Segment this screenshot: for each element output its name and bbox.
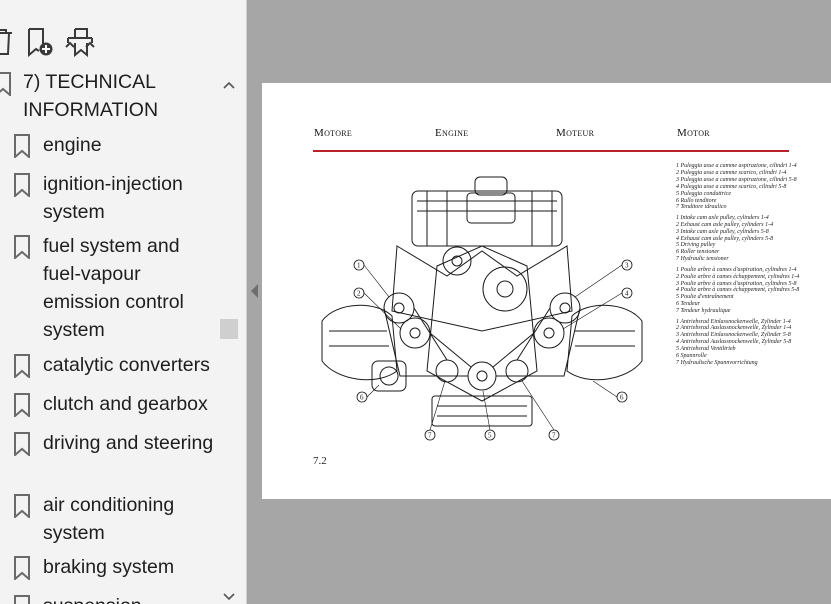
callout-label: 4: [625, 290, 629, 298]
header-german: Motor: [677, 127, 710, 139]
bookmark-label: suspension: [43, 592, 218, 604]
delete-bookmark-icon[interactable]: [0, 26, 18, 58]
bookmark-label: engine: [43, 134, 102, 156]
legend-german: 1 Antriebsrad Einlassnockenwelle, Zylind…: [676, 319, 831, 367]
legend-line: 4 Exhaust cam axle pulley, cylinders 5-8: [676, 235, 774, 242]
legend-line: 2 Puleggia asse a camme scarico, cilindr…: [676, 169, 787, 176]
engine-belt-diagram: 1 2 3 4 5 6 6 7 7: [321, 176, 643, 441]
bookmarks-panel: 7) TECHNICAL INFORMATION engine ignition…: [0, 0, 247, 604]
legend-line: 2 Exhaust cam axle pulley, cylinders 1-4: [676, 221, 774, 228]
callout-label: 6: [620, 394, 624, 402]
legend-italian: 1 Puleggia asse a camme aspirazione, cil…: [676, 163, 831, 211]
legend-line: 3 Puleggia asse a camme aspirazione, cil…: [676, 176, 797, 183]
bookmark-label: braking system: [43, 556, 175, 578]
legend-line: 1 Poulie arbre à cames d'aspiration, cyl…: [676, 266, 797, 273]
document-page: Motore Engine Moteur Motor 1 2 3 4 5 6 6…: [262, 83, 831, 499]
legend-english: 1 Intake cam axle pulley, cylinders 1-4 …: [676, 215, 831, 263]
bookmark-label: fuel system and fuel-vapour emission con…: [43, 235, 184, 341]
bookmark-label: catalytic converters: [43, 354, 210, 376]
scroll-down-icon[interactable]: [222, 592, 236, 602]
scroll-up-icon[interactable]: [222, 80, 236, 90]
legend-french: 1 Poulie arbre à cames d'aspiration, cyl…: [676, 267, 831, 315]
collapse-panel-icon[interactable]: [248, 282, 260, 300]
legend-line: 4 Poulie arbre à cames échappement, cyli…: [676, 287, 800, 294]
header-french: Moteur: [556, 127, 595, 139]
bookmark-label: air conditioning system: [43, 494, 175, 544]
bookmark-icon: [14, 134, 30, 158]
legend-line: 7 Tendeur hydraulique: [676, 308, 731, 315]
bookmark-label: driving and steering: [43, 432, 214, 454]
legend-line: 6 Spannrolle: [676, 353, 707, 360]
legend-line: 6 Rullo tenditore: [676, 197, 717, 204]
bookmark-icon: [14, 556, 30, 580]
bookmark-label: ignition-injection system: [43, 173, 183, 223]
bookmark-icon: [14, 235, 30, 259]
legend-line: 6 Tendeur: [676, 301, 700, 308]
legend-line: 7 Hydraulic tensioner: [676, 256, 729, 263]
callout-label: 7: [428, 432, 432, 440]
legend-line: 4 Antriebsrad Auslassnockenwelle, Zylind…: [676, 339, 792, 346]
callout-label: 6: [360, 394, 364, 402]
legend-line: 5 Driving pulley: [676, 242, 716, 249]
header-english: Engine: [435, 127, 469, 139]
bookmark-icon: [14, 494, 30, 518]
legend-line: 5 Antriebsrad Ventiltrieb: [676, 346, 736, 353]
legend-line: 2 Antriebsrad Auslassnockenwelle, Zylind…: [676, 325, 792, 332]
bookmark-icon: [14, 354, 30, 378]
bookmark-icon: [14, 173, 30, 197]
header-italian: Motore: [314, 127, 353, 139]
legend-line: 5 Poulie d'entraînement: [676, 294, 734, 301]
bookmark-label: 7) TECHNICAL INFORMATION: [23, 71, 159, 121]
bookmark-outline: 7) TECHNICAL INFORMATION engine ignition…: [0, 68, 218, 604]
expand-bookmark-icon[interactable]: [64, 26, 96, 58]
callout-label: 2: [357, 290, 361, 298]
bookmark-label: clutch and gearbox: [43, 393, 208, 415]
page-number: 7.2: [313, 455, 327, 467]
bookmark-icon: [14, 393, 30, 417]
legend-line: 6 Roller tensioner: [676, 249, 720, 256]
scrollbar-thumb[interactable]: [220, 319, 238, 339]
callout-label: 7: [552, 432, 556, 440]
header-rule: [313, 150, 789, 152]
legend-line: 4 Puleggia asse a camme scarico, cilindr…: [676, 183, 787, 190]
callout-label: 1: [357, 262, 361, 270]
legend-line: 1 Puleggia asse a camme aspirazione, cil…: [676, 163, 797, 169]
outline-scrollbar[interactable]: [218, 74, 242, 604]
bookmark-icon: [14, 595, 30, 604]
bookmark-icon: [0, 72, 11, 96]
callout-label: 5: [488, 432, 492, 440]
bookmark-icon: [14, 432, 30, 456]
legend-line: 3 Intake cam axle pulley, cylinders 5-8: [676, 228, 769, 235]
callout-label: 3: [625, 262, 629, 270]
legend-line: 7 Tenditore idraulico: [676, 204, 727, 211]
legend-line: 2 Poulie arbre à cames échappement, cyli…: [676, 273, 800, 280]
add-bookmark-icon[interactable]: [24, 26, 56, 58]
legend-line: 7 Hydraulische Spannvorrichtung: [676, 359, 758, 366]
legend-line: 5 Puleggia conduttrice: [676, 190, 731, 197]
legend-line: 1 Intake cam axle pulley, cylinders 1-4: [676, 214, 769, 221]
legend: 1 Puleggia asse a camme aspirazione, cil…: [676, 163, 831, 370]
